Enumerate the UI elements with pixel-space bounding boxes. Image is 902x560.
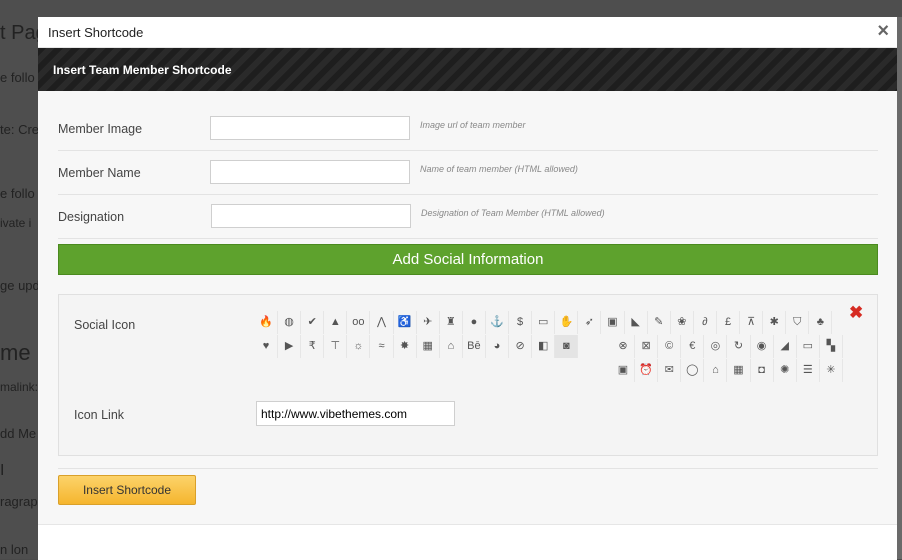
member-image-row: Member Image Image url of team member bbox=[58, 101, 878, 151]
cart-icon[interactable]: ⊼ bbox=[740, 311, 764, 334]
designation-label: Designation bbox=[58, 210, 125, 224]
background-text-fragment: I bbox=[0, 462, 5, 479]
anchor-icon[interactable]: ⚓ bbox=[486, 311, 509, 334]
designation-input[interactable] bbox=[211, 204, 411, 228]
close-circle-icon[interactable]: ⊗ bbox=[612, 335, 635, 358]
pencil-icon[interactable]: ✎ bbox=[648, 311, 671, 334]
camera-icon[interactable]: ◙ bbox=[555, 335, 579, 358]
ban-icon[interactable]: ⊘ bbox=[509, 335, 533, 358]
alarm-icon[interactable]: ⏰ bbox=[635, 359, 659, 382]
bug-icon[interactable]: ✸ bbox=[394, 335, 417, 358]
member-name-input[interactable] bbox=[210, 160, 410, 184]
globe-icon[interactable]: ◍ bbox=[278, 311, 302, 334]
piechart-icon[interactable]: ◕ bbox=[486, 335, 509, 358]
designation-row: Designation Designation of Team Member (… bbox=[58, 195, 878, 239]
camera-retro-icon[interactable]: ◘ bbox=[751, 359, 774, 382]
plane-icon[interactable]: ✈ bbox=[417, 311, 440, 334]
insert-shortcode-modal: Insert Shortcode × Insert Team Member Sh… bbox=[38, 17, 897, 560]
shield-icon[interactable]: ⛉ bbox=[786, 311, 810, 334]
chat-bubble-icon[interactable]: ◯ bbox=[681, 359, 705, 382]
rupee-icon[interactable]: ₹ bbox=[301, 335, 325, 358]
paw-icon[interactable]: ❀ bbox=[671, 311, 694, 334]
signal-icon[interactable]: ◢ bbox=[774, 335, 797, 358]
insert-shortcode-button[interactable]: Insert Shortcode bbox=[58, 475, 196, 505]
signpost-icon[interactable]: ⊤ bbox=[324, 335, 348, 358]
backdrop-scroll-edge bbox=[897, 17, 902, 559]
creative-commons-icon[interactable]: © bbox=[658, 335, 682, 358]
drop-icon[interactable]: ▲ bbox=[324, 311, 348, 334]
inbox-icon[interactable]: ⌂ bbox=[704, 359, 728, 382]
splat-icon[interactable]: ✱ bbox=[763, 311, 787, 334]
book-icon[interactable]: ◧ bbox=[532, 335, 556, 358]
member-name-hint: Name of team member (HTML allowed) bbox=[420, 164, 578, 174]
runner-icon[interactable]: ➶ bbox=[578, 311, 602, 334]
spinner-icon[interactable]: ✳ bbox=[820, 359, 843, 382]
road-icon[interactable]: ⋀ bbox=[371, 311, 394, 334]
coin-icon[interactable]: ◎ bbox=[704, 335, 728, 358]
member-image-input[interactable] bbox=[210, 116, 410, 140]
paint-bucket-icon[interactable]: ◣ bbox=[625, 311, 648, 334]
instagram-icon[interactable]: ▣ bbox=[612, 359, 635, 382]
background-text-fragment: te: Cre bbox=[0, 122, 38, 137]
bag-icon[interactable]: ▣ bbox=[602, 311, 625, 334]
social-info-panel: Social Icon 🔥 ◍ ✔ ▲ oo ⋀ ♿ ✈ ♜ ● ⚓ $ ▭ ✋ ➶ ▣ ◣ ✎ ❀ ∂ £ ⊼ ✱ ⛉ ♣ ♥ ▶… bbox=[58, 294, 878, 456]
divider bbox=[58, 468, 878, 469]
wheelchair-icon[interactable]: ♿ bbox=[394, 311, 417, 334]
waves-icon[interactable]: ≈ bbox=[371, 335, 394, 358]
hand-icon[interactable]: ✋ bbox=[555, 311, 579, 334]
glasses-icon[interactable]: oo bbox=[347, 311, 371, 334]
icon-link-label: Icon Link bbox=[74, 408, 125, 422]
briefcase-icon[interactable]: ▦ bbox=[417, 335, 440, 358]
modal-titlebar: Insert Shortcode × bbox=[38, 17, 897, 48]
broom-icon[interactable]: ✔ bbox=[301, 311, 325, 334]
background-text-fragment: dd Me bbox=[0, 426, 37, 441]
euro-circle-icon[interactable]: € bbox=[681, 335, 705, 358]
calculator-icon[interactable]: ▦ bbox=[728, 359, 751, 382]
money-icon[interactable]: ▭ bbox=[532, 311, 556, 334]
background-text-fragment: e follo bbox=[0, 186, 35, 201]
shortcode-subtitle: Insert Team Member Shortcode bbox=[53, 63, 232, 77]
record-icon[interactable]: ◉ bbox=[751, 335, 774, 358]
paperclip-icon[interactable]: ∂ bbox=[694, 311, 717, 334]
pound-icon[interactable]: £ bbox=[717, 311, 740, 334]
delete-social-icon[interactable]: ✖ bbox=[849, 303, 863, 323]
background-text-fragment: ge upda bbox=[0, 278, 38, 293]
trees-icon[interactable]: ♣ bbox=[809, 311, 833, 334]
background-text-fragment: t Pag bbox=[0, 22, 38, 44]
gamepad-icon[interactable]: ⌂ bbox=[440, 335, 463, 358]
member-image-label: Member Image bbox=[58, 122, 143, 136]
lamp-icon[interactable]: ♥ bbox=[255, 335, 278, 358]
background-text-fragment: ragraph bbox=[0, 494, 38, 509]
background-text-fragment: ivate i bbox=[0, 216, 32, 230]
modal-title: Insert Shortcode bbox=[48, 25, 144, 40]
member-image-hint: Image url of team member bbox=[420, 120, 526, 130]
youtube-icon[interactable]: ▶ bbox=[278, 335, 302, 358]
dollar-icon[interactable]: $ bbox=[509, 311, 533, 334]
designation-hint: Designation of Team Member (HTML allowed… bbox=[421, 208, 605, 218]
background-text-fragment: me p bbox=[0, 340, 38, 365]
member-name-row: Member Name Name of team member (HTML al… bbox=[58, 151, 878, 195]
brightness-icon[interactable]: ✺ bbox=[774, 359, 797, 382]
list-box-icon[interactable]: ☰ bbox=[797, 359, 820, 382]
add-social-information-button[interactable]: Add Social Information bbox=[58, 244, 878, 275]
close-square-icon[interactable]: ⊠ bbox=[635, 335, 659, 358]
refresh-icon[interactable]: ↻ bbox=[728, 335, 751, 358]
close-icon[interactable]: × bbox=[877, 20, 889, 43]
member-name-label: Member Name bbox=[58, 166, 141, 180]
social-icon-label: Social Icon bbox=[74, 318, 136, 332]
behance-icon[interactable]: Bē bbox=[463, 335, 486, 358]
desktop-icon[interactable]: ▭ bbox=[797, 335, 820, 358]
background-text-fragment: malink: bbox=[0, 380, 38, 394]
icon-link-input[interactable] bbox=[256, 401, 455, 426]
modal-footer bbox=[38, 524, 897, 560]
background-text-fragment: e follo bbox=[0, 70, 35, 85]
fire-icon[interactable]: 🔥 bbox=[255, 311, 278, 334]
envelope-icon[interactable]: ✉ bbox=[658, 359, 682, 382]
castle-icon[interactable]: ♜ bbox=[440, 311, 463, 334]
checker-icon[interactable]: ▚ bbox=[820, 335, 843, 358]
shortcode-header: Insert Team Member Shortcode bbox=[38, 48, 897, 91]
ball-icon[interactable]: ● bbox=[463, 311, 486, 334]
background-text-fragment: n lon bbox=[0, 542, 29, 557]
sun-icon[interactable]: ☼ bbox=[347, 335, 371, 358]
